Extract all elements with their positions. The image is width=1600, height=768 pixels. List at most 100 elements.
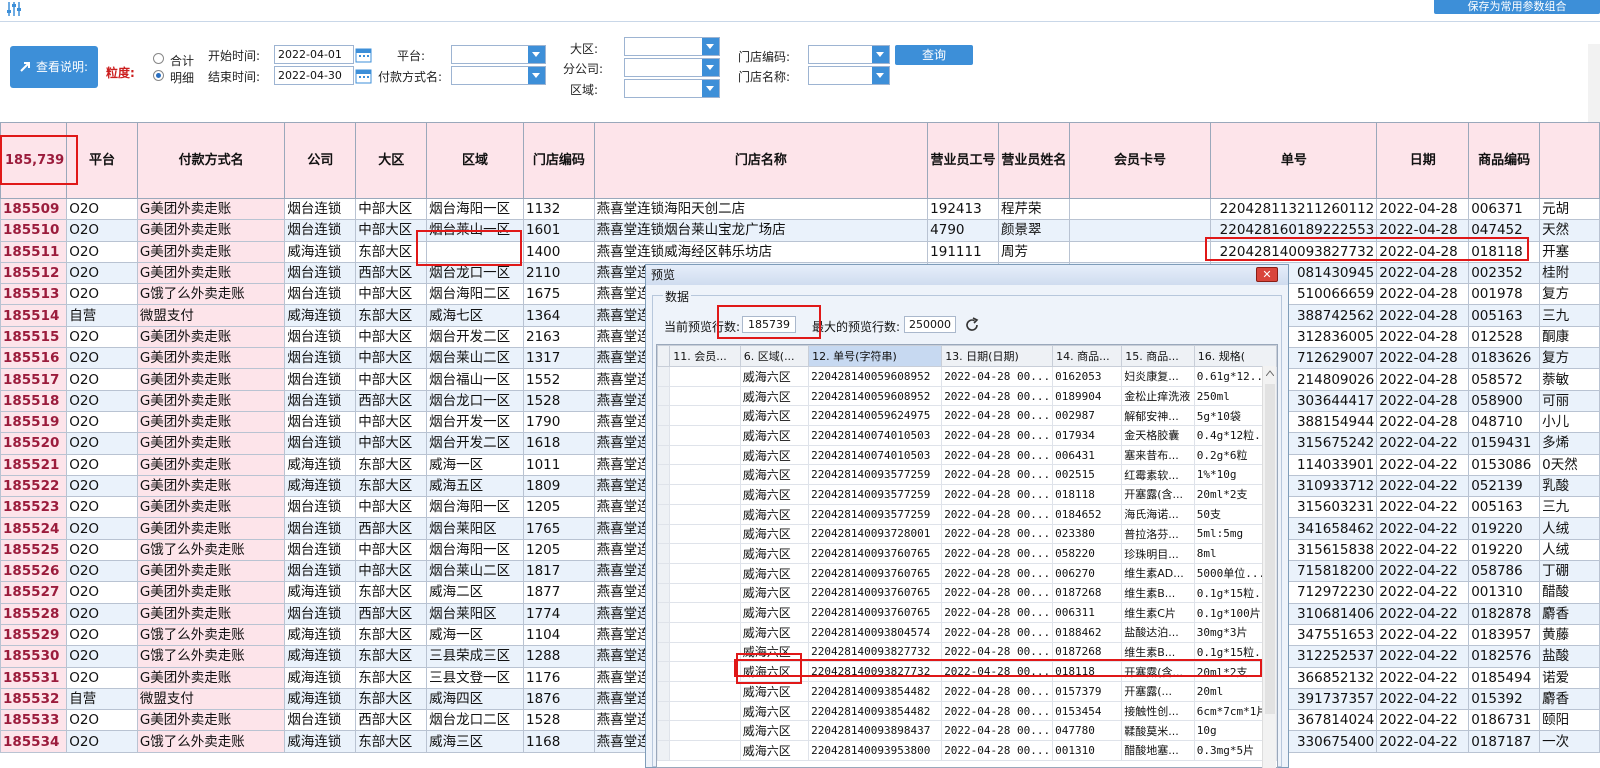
preview-cell[interactable]: 006270 xyxy=(1052,562,1123,584)
chevron-down-icon[interactable] xyxy=(528,46,545,63)
preview-cell[interactable]: 2022-04-28 00... xyxy=(941,543,1054,564)
preview-row[interactable]: 威海六区 220428140059608952 2022-04-28 00... 01… xyxy=(657,366,1277,387)
table-cell[interactable]: 烟台连锁 xyxy=(284,432,357,455)
preview-cell[interactable]: 2022-04-28 00... xyxy=(941,621,1054,643)
table-cell[interactable]: 2022-04-22 xyxy=(1376,560,1470,583)
table-cell[interactable]: 中部大区 xyxy=(355,283,428,306)
table-cell[interactable]: 2022-04-22 xyxy=(1376,432,1470,455)
chevron-down-icon[interactable] xyxy=(702,80,719,97)
table-cell[interactable]: 2022-04-22 xyxy=(1376,687,1470,711)
table-cell[interactable]: 058786 xyxy=(1468,560,1541,583)
table-cell[interactable]: 中部大区 xyxy=(355,197,428,221)
preview-cell[interactable]: 威海六区 xyxy=(739,464,810,486)
table-cell[interactable]: G美团外卖走账 xyxy=(136,410,286,434)
row-number-cell[interactable]: 185529 xyxy=(0,623,68,647)
table-cell[interactable]: 烟台连锁 xyxy=(284,261,357,285)
table-cell[interactable]: G美团外卖走账 xyxy=(136,219,286,242)
table-cell[interactable]: 烟台连锁 xyxy=(284,517,357,540)
table-cell[interactable]: 麝香 xyxy=(1539,602,1600,625)
preview-cell[interactable]: 威海六区 xyxy=(739,740,810,761)
table-cell[interactable]: 三县文登一区 xyxy=(426,666,524,689)
preview-cell[interactable] xyxy=(669,740,741,761)
table-cell[interactable]: 中部大区 xyxy=(355,496,428,519)
table-cell[interactable]: O2O xyxy=(66,538,138,562)
column-header[interactable]: 12. 单号(字符串) xyxy=(808,345,943,367)
table-cell[interactable]: 1528 xyxy=(523,709,595,732)
table-cell[interactable]: 006371 xyxy=(1468,197,1541,221)
table-cell[interactable]: 微盟支付 xyxy=(136,304,286,327)
table-cell[interactable]: 中部大区 xyxy=(355,410,428,434)
table-cell[interactable]: O2O xyxy=(66,240,138,263)
table-cell[interactable]: G美团外卖走账 xyxy=(136,560,286,583)
preview-cell[interactable]: 0153454 xyxy=(1052,700,1123,722)
preview-cell[interactable]: 220428140093728001 xyxy=(808,523,943,545)
table-cell[interactable]: 人绒 xyxy=(1539,538,1600,562)
preview-cell[interactable]: 002987 xyxy=(1052,405,1123,427)
table-cell[interactable]: 1400 xyxy=(523,240,595,263)
table-cell[interactable]: 麝香 xyxy=(1539,687,1600,711)
preview-cell[interactable]: 鞣酸莫米... xyxy=(1121,720,1195,742)
row-number-cell[interactable]: 185530 xyxy=(0,645,68,668)
preview-cell[interactable]: 威海六区 xyxy=(739,720,810,742)
chevron-down-icon[interactable] xyxy=(872,46,889,63)
preview-row[interactable]: 威海六区 220428140093804574 2022-04-28 00... 01… xyxy=(657,621,1277,643)
table-cell[interactable]: 052139 xyxy=(1468,474,1541,498)
table-cell[interactable]: 西部大区 xyxy=(355,602,428,625)
table-cell[interactable]: 1205 xyxy=(523,538,595,562)
table-cell[interactable]: 烟台福山一区 xyxy=(426,368,524,391)
table-cell[interactable]: 005163 xyxy=(1468,304,1541,327)
table-cell[interactable]: 烟台连锁 xyxy=(284,219,357,242)
table-cell[interactable]: 威海连锁 xyxy=(284,687,357,711)
table-cell[interactable]: 1876 xyxy=(523,687,595,711)
store-code-select[interactable] xyxy=(808,45,890,64)
preview-cell[interactable]: 017934 xyxy=(1052,425,1123,446)
table-cell[interactable]: 威海连锁 xyxy=(284,730,357,753)
preview-cell[interactable]: 0162053 xyxy=(1052,366,1123,387)
preview-cell[interactable]: 220428140093760765 xyxy=(808,562,943,584)
table-cell[interactable]: 2022-04-22 xyxy=(1376,602,1470,625)
column-header[interactable]: 大区 xyxy=(355,122,428,199)
calendar-icon[interactable] xyxy=(355,46,372,63)
table-cell[interactable]: 周芳 xyxy=(997,240,1070,263)
table-cell[interactable]: 2022-04-22 xyxy=(1376,581,1470,604)
preview-cell[interactable]: 220428140093577259 xyxy=(808,484,943,505)
preview-cell[interactable]: 维生素B... xyxy=(1121,582,1195,604)
preview-cell[interactable]: 威海六区 xyxy=(739,700,810,722)
preview-row[interactable]: 威海六区 220428140093854482 2022-04-28 00... 01… xyxy=(657,700,1277,722)
table-cell[interactable]: 威海三区 xyxy=(426,730,524,753)
table-cell[interactable]: 2163 xyxy=(523,325,595,349)
table-cell[interactable]: 1205 xyxy=(523,496,595,519)
preview-cell[interactable]: 塞来昔布... xyxy=(1121,444,1195,466)
table-cell[interactable]: 东部大区 xyxy=(355,623,428,647)
preview-cell[interactable]: 220428140093898437 xyxy=(808,720,943,742)
table-cell[interactable]: 微盟支付 xyxy=(136,687,286,711)
table-cell[interactable]: O2O xyxy=(66,410,138,434)
preview-row[interactable]: 威海六区 220428140093577259 2022-04-28 00... 01… xyxy=(657,503,1277,525)
column-header[interactable]: 营业员姓名 xyxy=(997,122,1070,199)
table-cell[interactable]: 威海五区 xyxy=(426,474,524,498)
column-header[interactable] xyxy=(1539,122,1600,199)
table-cell[interactable]: O2O xyxy=(66,730,138,753)
table-cell[interactable]: 盐酸 xyxy=(1539,645,1600,668)
table-cell[interactable]: 2022-04-22 xyxy=(1376,666,1470,689)
table-cell[interactable]: 自营 xyxy=(66,687,138,711)
preview-cell[interactable]: 2022-04-28 00... xyxy=(941,720,1054,742)
preview-cell[interactable]: 2022-04-28 00... xyxy=(941,425,1054,446)
table-cell[interactable]: 中部大区 xyxy=(355,432,428,455)
row-number-cell[interactable]: 185532 xyxy=(0,687,68,711)
table-row[interactable]: 185509 O2O G美团外卖走账 烟台连锁 中部大区 烟台海阳一区 1132 燕喜堂连锁海… xyxy=(0,197,1600,221)
table-cell[interactable]: 2022-04-22 xyxy=(1376,623,1470,647)
table-cell[interactable]: 058900 xyxy=(1468,389,1541,412)
preview-cell[interactable] xyxy=(669,405,741,427)
table-cell[interactable]: 东部大区 xyxy=(355,453,428,476)
preview-row[interactable]: 威海六区 220428140059624975 2022-04-28 00... 00… xyxy=(657,405,1277,427)
table-cell[interactable]: 1288 xyxy=(523,645,595,668)
table-cell[interactable]: G美团外卖走账 xyxy=(136,517,286,540)
close-button[interactable]: ✕ xyxy=(1256,267,1278,282)
preview-cell[interactable]: 220428140093577259 xyxy=(808,503,943,525)
table-cell[interactable]: 东部大区 xyxy=(355,666,428,689)
preview-cell[interactable] xyxy=(669,621,741,643)
preview-cell[interactable]: 金松止痒洗液 xyxy=(1121,385,1195,407)
preview-row[interactable]: 威海六区 220428140093760765 2022-04-28 00... 01… xyxy=(657,582,1277,604)
table-cell[interactable]: 2022-04-28 xyxy=(1376,197,1470,221)
